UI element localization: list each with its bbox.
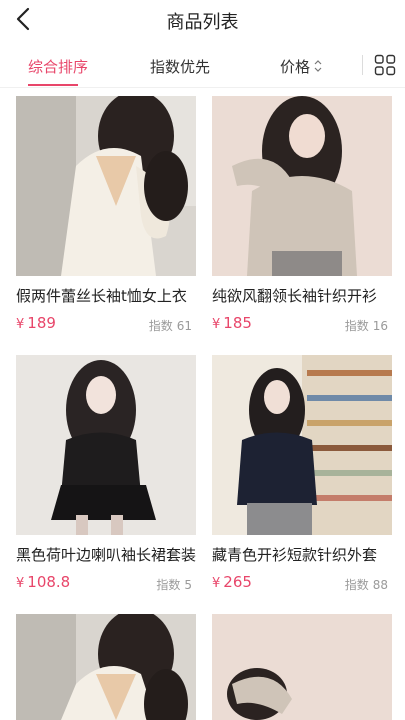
tab-price-label: 价格 [280, 58, 311, 76]
index-value: 61 [176, 319, 192, 333]
chevron-updown-icon [313, 59, 323, 77]
product-price: ¥265 [212, 573, 252, 591]
product-title: 藏青色开衫短款针织外套 [212, 546, 378, 564]
tab-index-first[interactable]: 指数优先 [150, 56, 210, 77]
product-card[interactable]: 藏青色开衫短款针织外套 ¥265 指数 88 [212, 355, 392, 600]
product-card[interactable]: 纯欲风翻领长袖针织开衫 ¥185 指数 16 [212, 96, 392, 341]
price-value: 189 [27, 314, 56, 332]
index-value: 16 [372, 319, 388, 333]
currency-symbol: ¥ [212, 317, 221, 332]
product-image [212, 355, 392, 535]
tab-composite-sort[interactable]: 综合排序 [28, 56, 88, 77]
active-tab-underline [28, 84, 78, 86]
product-index: 指数 88 [345, 576, 388, 593]
product-index: 指数 61 [149, 317, 192, 334]
product-index: 指数 16 [345, 317, 388, 334]
currency-symbol: ¥ [16, 317, 25, 332]
index-label: 指数 [156, 578, 181, 592]
product-card[interactable]: 假两件蕾丝长袖t恤女上衣 ¥189 指数 61 [16, 96, 196, 341]
product-price: ¥185 [212, 314, 252, 332]
index-label: 指数 [148, 319, 173, 333]
product-title: 纯欲风翻领长袖针织开衫 [212, 287, 378, 305]
product-image [16, 355, 196, 535]
tab-price[interactable]: 价格 [280, 56, 323, 77]
price-value: 185 [223, 314, 252, 332]
grid-toggle-icon [374, 54, 396, 76]
sort-divider [362, 55, 363, 75]
index-value: 5 [184, 578, 192, 592]
product-price: ¥108.8 [16, 573, 70, 591]
product-image [212, 96, 392, 276]
product-card[interactable]: 黑色荷叶边喇叭袖长裙套装 ¥108.8 指数 5 [16, 355, 196, 600]
page-title: 商品列表 [166, 12, 239, 33]
product-card[interactable] [212, 614, 392, 720]
product-index: 指数 5 [156, 576, 192, 593]
product-card[interactable] [16, 614, 196, 720]
index-value: 88 [372, 578, 388, 592]
index-label: 指数 [344, 319, 369, 333]
currency-symbol: ¥ [16, 576, 25, 591]
top-nav-bar: 商品列表 [0, 0, 405, 40]
product-price: ¥189 [16, 314, 56, 332]
index-label: 指数 [344, 578, 369, 592]
grid-toggle-button[interactable] [374, 54, 396, 76]
price-value: 265 [223, 573, 252, 591]
sort-bar: 综合排序 指数优先 价格 [0, 40, 405, 88]
product-image [16, 614, 196, 720]
product-image [16, 96, 196, 276]
price-value: 108.8 [27, 573, 71, 591]
product-title: 黑色荷叶边喇叭袖长裙套装 [16, 546, 196, 564]
product-title: 假两件蕾丝长袖t恤女上衣 [16, 287, 187, 305]
currency-symbol: ¥ [212, 576, 221, 591]
product-image [212, 614, 392, 720]
